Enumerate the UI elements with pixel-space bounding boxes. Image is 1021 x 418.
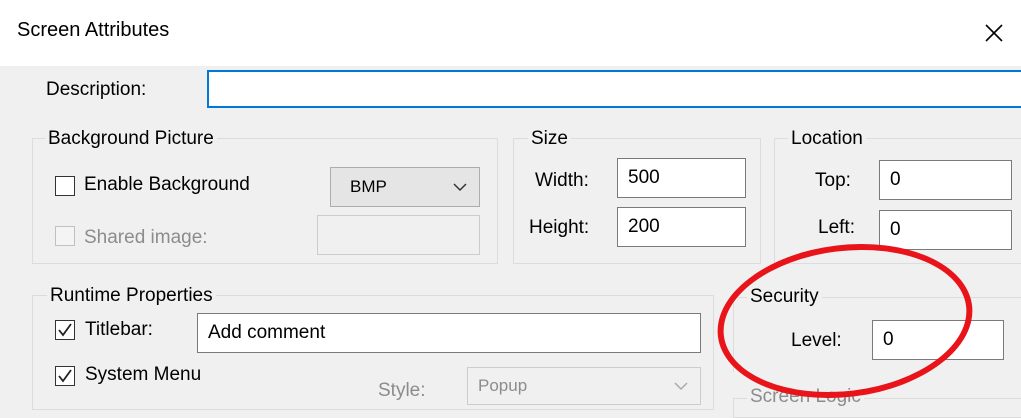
height-label: Height: [529,217,590,238]
description-input[interactable] [207,70,1021,108]
enable-background-checkbox[interactable] [55,176,75,196]
runtime-properties-group-title: Runtime Properties [47,285,216,307]
background-format-value: BMP [350,177,387,196]
style-value: Popup [478,376,528,395]
titlebar-checkbox[interactable] [55,320,75,340]
security-group-title: Security [747,286,822,308]
shared-image-input[interactable] [317,215,480,255]
enable-background-label: Enable Background [84,174,250,195]
close-button[interactable] [970,10,1018,56]
style-label: Style: [378,380,426,401]
background-picture-group-title: Background Picture [45,128,217,150]
shared-image-label: Shared image: [84,227,208,248]
system-menu-label: System Menu [85,364,202,385]
checkmark-icon [58,323,72,337]
dialog-titlebar: Screen Attributes [0,0,1021,66]
level-input[interactable]: 0 [872,320,1004,360]
style-select[interactable]: Popup [467,367,701,405]
chevron-down-icon [453,183,467,192]
top-input[interactable]: 0 [879,160,1012,200]
location-group-title: Location [788,128,866,150]
width-input[interactable]: 500 [617,158,746,198]
width-value: 500 [628,167,660,188]
top-value: 0 [890,169,901,190]
left-label: Left: [818,217,855,238]
system-menu-checkbox[interactable] [55,366,75,386]
background-format-select[interactable]: BMP [330,167,480,207]
left-input[interactable]: 0 [879,210,1012,250]
size-group-title: Size [528,128,571,150]
titlebar-label: Titlebar: [85,319,153,340]
width-label: Width: [535,170,589,191]
titlebar-comment-input[interactable]: Add comment [197,313,701,353]
dialog-title: Screen Attributes [17,19,170,41]
top-label: Top: [815,170,851,191]
level-label: Level: [791,330,842,351]
left-value: 0 [890,219,901,240]
level-value: 0 [883,329,894,350]
checkmark-icon [58,369,72,383]
height-input[interactable]: 200 [617,207,746,247]
height-value: 200 [628,216,660,237]
close-icon [985,24,1003,42]
titlebar-comment-value: Add comment [208,322,326,343]
shared-image-checkbox[interactable] [55,226,75,246]
description-label: Description: [46,79,147,100]
chevron-down-icon [674,382,688,391]
